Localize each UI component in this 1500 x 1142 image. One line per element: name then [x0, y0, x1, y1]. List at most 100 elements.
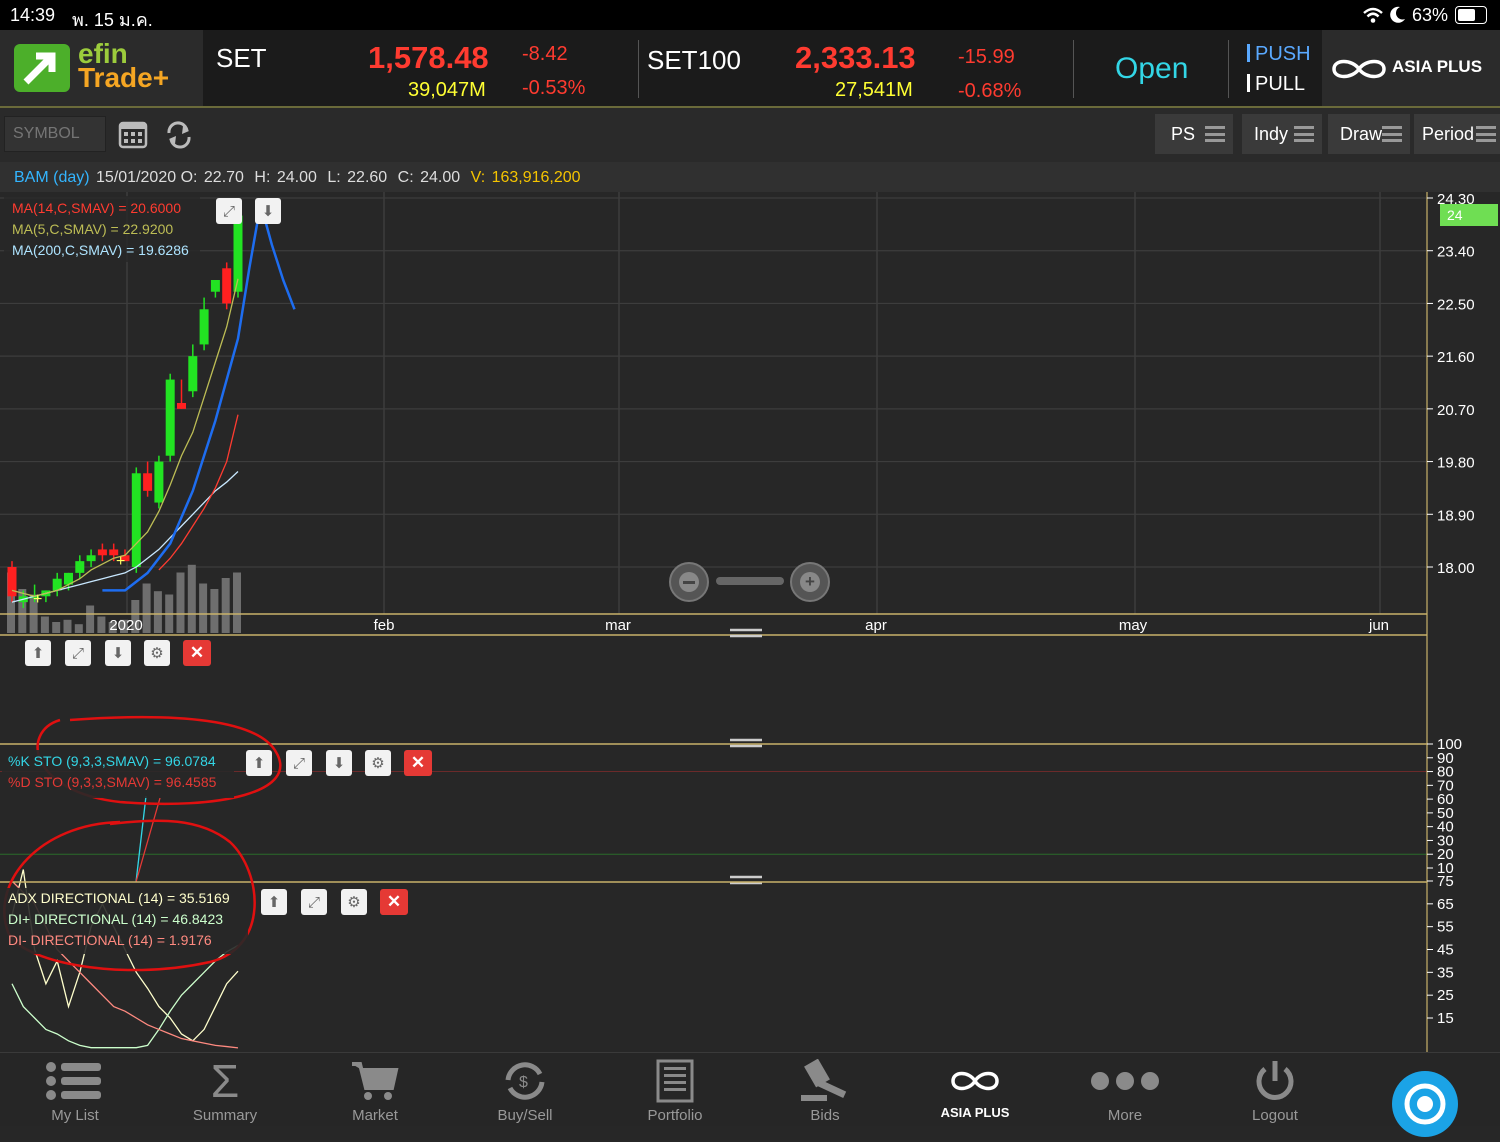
quote-close: 24.00 [420, 169, 461, 186]
pull-button[interactable]: PULL [1247, 73, 1305, 96]
asia-plus-logo: ASIA PLUS [1322, 30, 1500, 106]
di-plus-line [11, 944, 239, 1049]
ps-button[interactable]: PS [1155, 114, 1233, 154]
assistant-button[interactable] [1392, 1071, 1458, 1137]
nav-summary[interactable]: Σ Summary [150, 1053, 300, 1126]
refresh-icon[interactable] [164, 121, 194, 149]
close-pane-button[interactable]: ✕ [183, 640, 211, 666]
candle-body [222, 268, 232, 304]
time-tick-label: may [1119, 617, 1148, 634]
indy-label: Indy [1254, 123, 1289, 144]
quote-low: 22.60 [347, 169, 388, 186]
settings-button[interactable]: ⚙ [144, 640, 170, 666]
symbol-input[interactable] [4, 116, 106, 152]
nav-label: Buy/Sell [497, 1107, 553, 1124]
expand-button[interactable]: ⤢ [286, 750, 312, 776]
close-icon: ✕ [410, 753, 426, 772]
volume-bar [221, 578, 230, 633]
cart-icon [300, 1059, 450, 1103]
calendar-icon[interactable] [118, 119, 148, 149]
expand-icon: ⤢ [222, 202, 235, 220]
quote-high-label: H: [254, 169, 271, 186]
expand-button[interactable]: ⤢ [301, 889, 327, 915]
volume-bar [86, 605, 95, 633]
ticker-set-name: SET [216, 43, 267, 73]
candles [7, 215, 243, 608]
nav-label: Logout [1252, 1107, 1298, 1124]
di-plus-legend: DI+ DIRECTIONAL (14) = 46.8423 [8, 911, 224, 927]
nav-logout[interactable]: Logout [1200, 1053, 1350, 1126]
settings-button[interactable]: ⚙ [341, 889, 367, 915]
sto-d-line [135, 797, 161, 883]
moon-icon [1390, 6, 1405, 23]
menu-icon [1205, 126, 1225, 142]
zoom-slider[interactable] [716, 577, 784, 585]
candle-body [131, 473, 141, 567]
move-up-button[interactable]: ⬆ [261, 889, 287, 915]
ma-lines [11, 202, 296, 603]
move-down-button[interactable]: ⬇ [255, 198, 281, 224]
sto-k-line [135, 795, 147, 883]
sigma-icon: Σ [210, 1055, 240, 1107]
nav-more[interactable]: More [1050, 1053, 1200, 1126]
nav-market[interactable]: Market [300, 1053, 450, 1126]
indy-button[interactable]: Indy [1242, 114, 1322, 154]
candle-body [97, 549, 107, 556]
logo-line2: Trade+ [78, 62, 170, 93]
quote-high: 24.00 [276, 169, 317, 186]
adx-tick-label: 35 [1437, 964, 1454, 981]
settings-button[interactable]: ⚙ [365, 750, 391, 776]
nav-my-list[interactable]: My List [0, 1053, 150, 1126]
ticker-set-pct: -0.53% [522, 77, 586, 99]
nav-label: More [1107, 1107, 1143, 1124]
price-tick-label: 21.60 [1437, 349, 1475, 366]
push-label: PUSH [1255, 43, 1311, 65]
nav-asia-plus[interactable]: ASIA PLUS [900, 1053, 1050, 1126]
quote-symbol: BAM (day) [14, 169, 90, 186]
svg-text:$: $ [519, 1074, 528, 1091]
draw-button[interactable]: Draw [1328, 114, 1410, 154]
sto-k-legend: %K STO (9,3,3,SMAV) = 96.0784 [8, 753, 216, 769]
volume-bar [52, 622, 61, 633]
nav-label: Portfolio [647, 1107, 703, 1124]
close-pane-button[interactable]: ✕ [404, 750, 432, 776]
exchange-icon: $ [450, 1059, 600, 1103]
period-label: Period [1422, 123, 1475, 144]
quote-low-label: L: [327, 169, 341, 186]
candle-body [154, 461, 164, 503]
battery-icon [1455, 6, 1487, 24]
quote-volume-label: V: [470, 169, 486, 186]
move-down-button[interactable]: ⬇ [326, 750, 352, 776]
volume-bar [74, 624, 83, 633]
price-tick-label: 18.90 [1437, 507, 1475, 524]
quote-date: 15/01/2020 [96, 169, 177, 186]
ticker-set100-value: 2,333.13 [795, 40, 916, 75]
gear-icon: ⚙ [347, 894, 361, 911]
spinner-icon [1404, 1083, 1446, 1125]
move-down-button[interactable]: ⬇ [105, 640, 131, 666]
volume-bar [40, 616, 49, 633]
push-button[interactable]: PUSH [1247, 43, 1311, 66]
zoom-out-button[interactable] [669, 562, 709, 602]
nav-bids[interactable]: Bids [750, 1053, 900, 1126]
candle-body [210, 280, 220, 292]
move-up-button[interactable]: ⬆ [246, 750, 272, 776]
expand-icon: ⤢ [71, 644, 84, 662]
expand-button[interactable]: ⤢ [216, 198, 242, 224]
divider [1228, 40, 1229, 98]
close-pane-button[interactable]: ✕ [380, 889, 408, 915]
zoom-in-button[interactable]: + [790, 562, 830, 602]
gear-icon: ⚙ [371, 755, 385, 772]
period-button[interactable]: Period [1414, 114, 1500, 154]
ticker-set-value: 1,578.48 [368, 40, 489, 75]
ticker-set100-pct: -0.68% [958, 80, 1022, 102]
nav-portfolio[interactable]: Portfolio [600, 1053, 750, 1126]
nav-buy-sell[interactable]: $ Buy/Sell [450, 1053, 600, 1126]
adx-tick-label: 75 [1437, 873, 1454, 890]
time-tick-label: mar [605, 617, 631, 634]
nav-label: Bids [810, 1107, 840, 1124]
expand-button[interactable]: ⤢ [65, 640, 91, 666]
candle-body [75, 561, 85, 573]
candle-body [188, 356, 198, 392]
move-up-button[interactable]: ⬆ [25, 640, 51, 666]
